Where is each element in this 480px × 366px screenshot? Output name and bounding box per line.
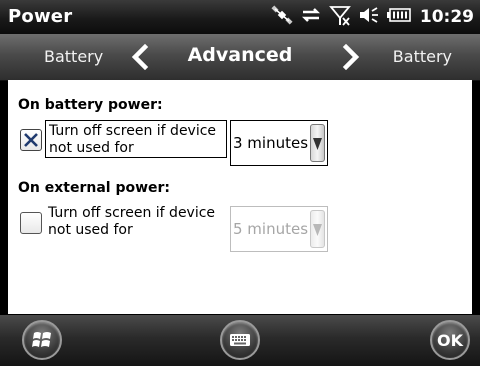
windows-start-icon [32,332,51,347]
external-power-heading: On external power: [18,180,171,196]
power-settings-screen: Power 10:29 Battery Advanced Battery On … [0,0,480,366]
chevron-left-icon[interactable] [127,43,153,71]
ok-button[interactable]: OK [430,320,470,360]
status-icons: 10:29 [271,4,474,30]
battery-dropdown-arrow-button[interactable] [310,124,325,162]
satellite-icon[interactable] [271,5,293,29]
app-title: Power [8,6,73,27]
keyboard-icon [230,334,250,346]
battery-timeout-value: 3 minutes [233,134,309,152]
battery-power-heading: On battery power: [18,97,163,113]
dropdown-arrow-icon [313,224,322,236]
tab-next-battery[interactable]: Battery [393,47,452,66]
checkmark-x-icon [24,133,38,147]
battery-turn-off-label[interactable]: Turn off screen if device not used for [45,120,227,158]
battery-option-line1: Turn off screen if device [49,123,217,139]
tab-header: Battery Advanced Battery [0,34,480,81]
keyboard-button[interactable] [220,320,260,360]
battery-timeout-dropdown[interactable]: 3 minutes [230,120,328,166]
bottom-bar: OK [0,314,480,366]
chevron-right-icon[interactable] [338,43,364,71]
external-option-line1: Turn off screen if device [48,205,216,221]
status-bar: Power 10:29 [0,0,480,34]
tab-prev-battery[interactable]: Battery [44,47,103,66]
speaker-icon[interactable] [358,5,380,29]
clock[interactable]: 10:29 [420,7,474,27]
external-option-line2: not used for [48,222,133,238]
sync-icon[interactable] [300,5,322,29]
external-turn-off-checkbox[interactable] [20,212,42,234]
external-turn-off-label[interactable]: Turn off screen if device not used for [45,203,227,241]
battery-icon[interactable] [386,7,411,27]
start-button[interactable] [22,320,62,360]
settings-panel: On battery power: Turn off screen if dev… [8,80,472,314]
battery-option-line2: not used for [49,140,134,156]
dropdown-arrow-icon [313,138,322,150]
external-dropdown-arrow-button[interactable] [310,210,325,248]
external-timeout-value: 5 minutes [233,220,309,238]
battery-turn-off-checkbox[interactable] [20,129,42,151]
signal-off-icon[interactable] [328,4,351,30]
external-timeout-dropdown[interactable]: 5 minutes [230,206,328,252]
ok-label: OK [437,331,463,350]
